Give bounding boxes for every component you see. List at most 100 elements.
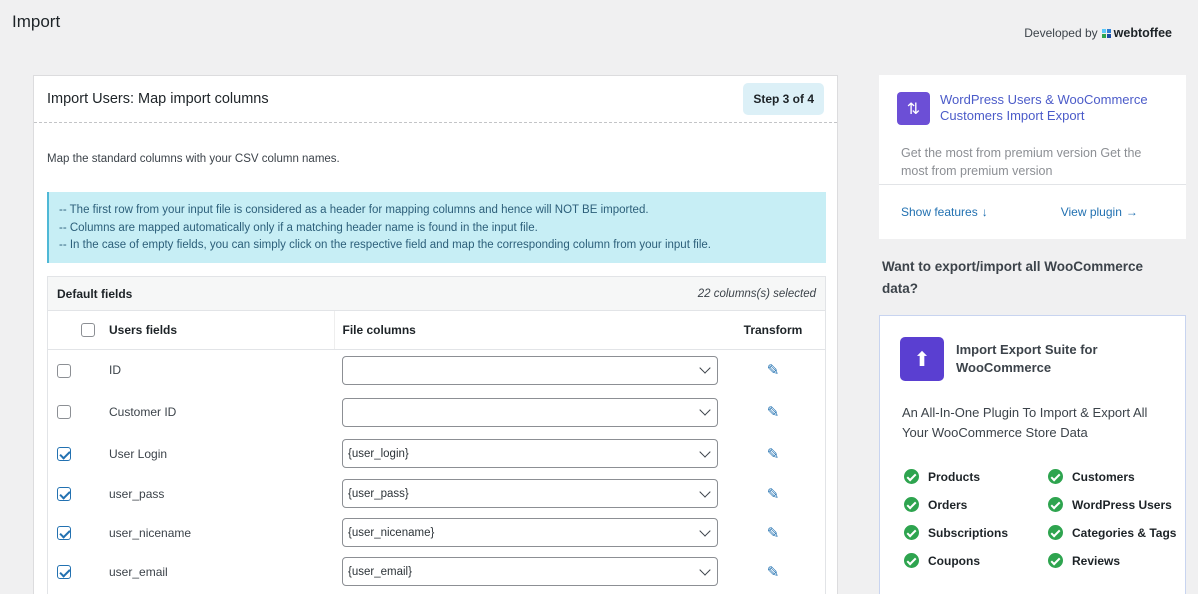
users-fields-header: Users fields — [98, 311, 335, 350]
feature-item: Reviews — [1048, 553, 1188, 568]
select-all-checkbox[interactable] — [81, 323, 95, 338]
row-checkbox[interactable] — [57, 525, 71, 540]
arrow-right-icon: → — [1125, 205, 1138, 219]
show-features-link[interactable]: Show features ↓ — [901, 205, 988, 219]
pencil-icon[interactable]: ✎ — [767, 563, 780, 581]
users-plugin-icon: ⇅ — [897, 92, 930, 125]
info-line: -- In the case of empty fields, you can … — [59, 239, 711, 251]
file-columns-header: File columns — [334, 311, 721, 350]
developed-by-label: Developed by — [1024, 26, 1098, 40]
row-checkbox[interactable] — [57, 446, 71, 461]
feature-item: Coupons — [904, 553, 1048, 568]
table-row: user_pass {user_pass} ✎ — [48, 474, 825, 513]
file-column-select[interactable]: {user_email} — [342, 557, 718, 586]
table-row: ID ✎ — [48, 349, 825, 391]
file-column-select[interactable]: {user_login} — [342, 439, 718, 468]
feature-label: Reviews — [1072, 553, 1121, 568]
file-column-select[interactable] — [342, 355, 718, 385]
users-plugin-promo: ⇅ WordPress Users & WooCommerce Customer… — [879, 75, 1186, 239]
file-column-select[interactable]: {user_pass} — [342, 479, 718, 508]
feature-label: Coupons — [928, 553, 980, 568]
field-name: Customer ID — [109, 405, 177, 419]
feature-item: Customers — [1048, 469, 1188, 484]
suite-promo: ⬆ Import Export Suite for WooCommerce An… — [879, 315, 1186, 594]
card-header: Import Users: Map import columns Step 3 … — [34, 76, 837, 123]
page-title: Import — [12, 12, 61, 31]
file-column-value: {user_nicename} — [348, 526, 435, 539]
check-circle-icon — [904, 469, 919, 484]
chevron-down-icon — [699, 445, 711, 458]
webtoffee-logo[interactable]: webtoffee — [1101, 26, 1172, 40]
transform-header: Transform — [721, 311, 825, 350]
chevron-down-icon — [699, 485, 711, 498]
field-name: User Login — [109, 446, 168, 461]
pencil-icon[interactable]: ✎ — [767, 485, 780, 503]
feature-item: Subscriptions — [904, 525, 1048, 540]
feature-item: WordPress Users — [1048, 497, 1188, 512]
show-features-label: Show features — [901, 205, 978, 219]
import-card: Import Users: Map import columns Step 3 … — [33, 75, 838, 594]
row-checkbox[interactable] — [57, 486, 71, 501]
feature-label: Products — [928, 469, 981, 484]
webtoffee-logo-icon — [1101, 28, 1111, 38]
columns-selected-count: 22 columns(s) selected — [697, 287, 816, 300]
webtoffee-logo-text: webtoffee — [1113, 26, 1172, 40]
pencil-icon[interactable]: ✎ — [767, 524, 780, 542]
file-column-select[interactable] — [342, 397, 718, 427]
view-plugin-link[interactable]: View plugin → — [1061, 205, 1138, 219]
file-column-select[interactable]: {user_nicename} — [342, 518, 718, 547]
check-circle-icon — [1048, 469, 1063, 484]
table-header-row: Users fields File columns Transform — [48, 311, 825, 350]
feature-item: Categories & Tags — [1048, 525, 1188, 540]
intro-text: Map the standard columns with your CSV c… — [47, 153, 340, 165]
suite-features-list: Products Customers Orders WordPress User… — [880, 443, 1185, 568]
suite-plugin-description: An All-In-One Plugin To Import & Export … — [902, 405, 1148, 440]
chevron-down-icon — [699, 362, 711, 374]
suite-plugin-title[interactable]: Import Export Suite for WooCommerce — [956, 341, 1165, 377]
info-line: -- The first row from your input file is… — [59, 204, 649, 216]
chevron-down-icon — [699, 524, 711, 537]
step-badge: Step 3 of 4 — [743, 83, 824, 115]
row-checkbox[interactable] — [57, 363, 71, 378]
feature-label: Categories & Tags — [1072, 525, 1177, 540]
table-row: user_nicename {user_nicename} ✎ — [48, 513, 825, 552]
file-column-value: {user_email} — [348, 565, 412, 578]
check-circle-icon — [904, 553, 919, 568]
pencil-icon[interactable]: ✎ — [767, 445, 780, 463]
chevron-down-icon — [699, 404, 711, 416]
users-plugin-title[interactable]: WordPress Users & WooCommerce Customers … — [940, 92, 1168, 124]
default-fields-panel: Default fields 22 columns(s) selected Us… — [47, 276, 826, 594]
chevron-down-icon — [699, 563, 711, 576]
view-plugin-label: View plugin — [1060, 205, 1122, 219]
want-export-heading: Want to export/import all WooCommerce da… — [882, 259, 1144, 296]
check-circle-icon — [1048, 525, 1063, 540]
check-circle-icon — [904, 525, 919, 540]
row-checkbox[interactable] — [57, 564, 71, 579]
mapping-table: Users fields File columns Transform ID ✎… — [48, 311, 825, 591]
arrow-down-icon: ↓ — [981, 205, 988, 219]
suite-plugin-icon: ⬆ — [900, 337, 944, 381]
field-name: ID — [109, 363, 121, 378]
feature-label: Subscriptions — [928, 525, 1009, 540]
default-fields-header[interactable]: Default fields 22 columns(s) selected — [48, 277, 825, 311]
info-line: -- Columns are mapped automatically only… — [59, 221, 538, 234]
table-row: user_email {user_email} ✎ — [48, 552, 825, 591]
check-circle-icon — [904, 497, 919, 512]
pencil-icon[interactable]: ✎ — [767, 403, 780, 421]
row-checkbox[interactable] — [57, 405, 71, 420]
check-circle-icon — [1048, 497, 1063, 512]
info-box: -- The first row from your input file is… — [47, 192, 826, 263]
file-column-value: {user_login} — [348, 447, 409, 460]
field-name: user_nicename — [109, 525, 192, 540]
table-row: User Login {user_login} ✎ — [48, 433, 825, 474]
card-title: Import Users: Map import columns — [47, 91, 269, 107]
feature-item: Orders — [904, 497, 1048, 512]
field-name: user_email — [109, 564, 168, 579]
pencil-icon[interactable]: ✎ — [767, 361, 780, 379]
file-column-value: {user_pass} — [348, 487, 409, 500]
feature-label: Orders — [928, 497, 968, 512]
default-fields-label: Default fields — [57, 286, 133, 301]
table-row: Customer ID ✎ — [48, 391, 825, 433]
feature-label: WordPress Users — [1072, 497, 1172, 512]
check-circle-icon — [1048, 553, 1063, 568]
